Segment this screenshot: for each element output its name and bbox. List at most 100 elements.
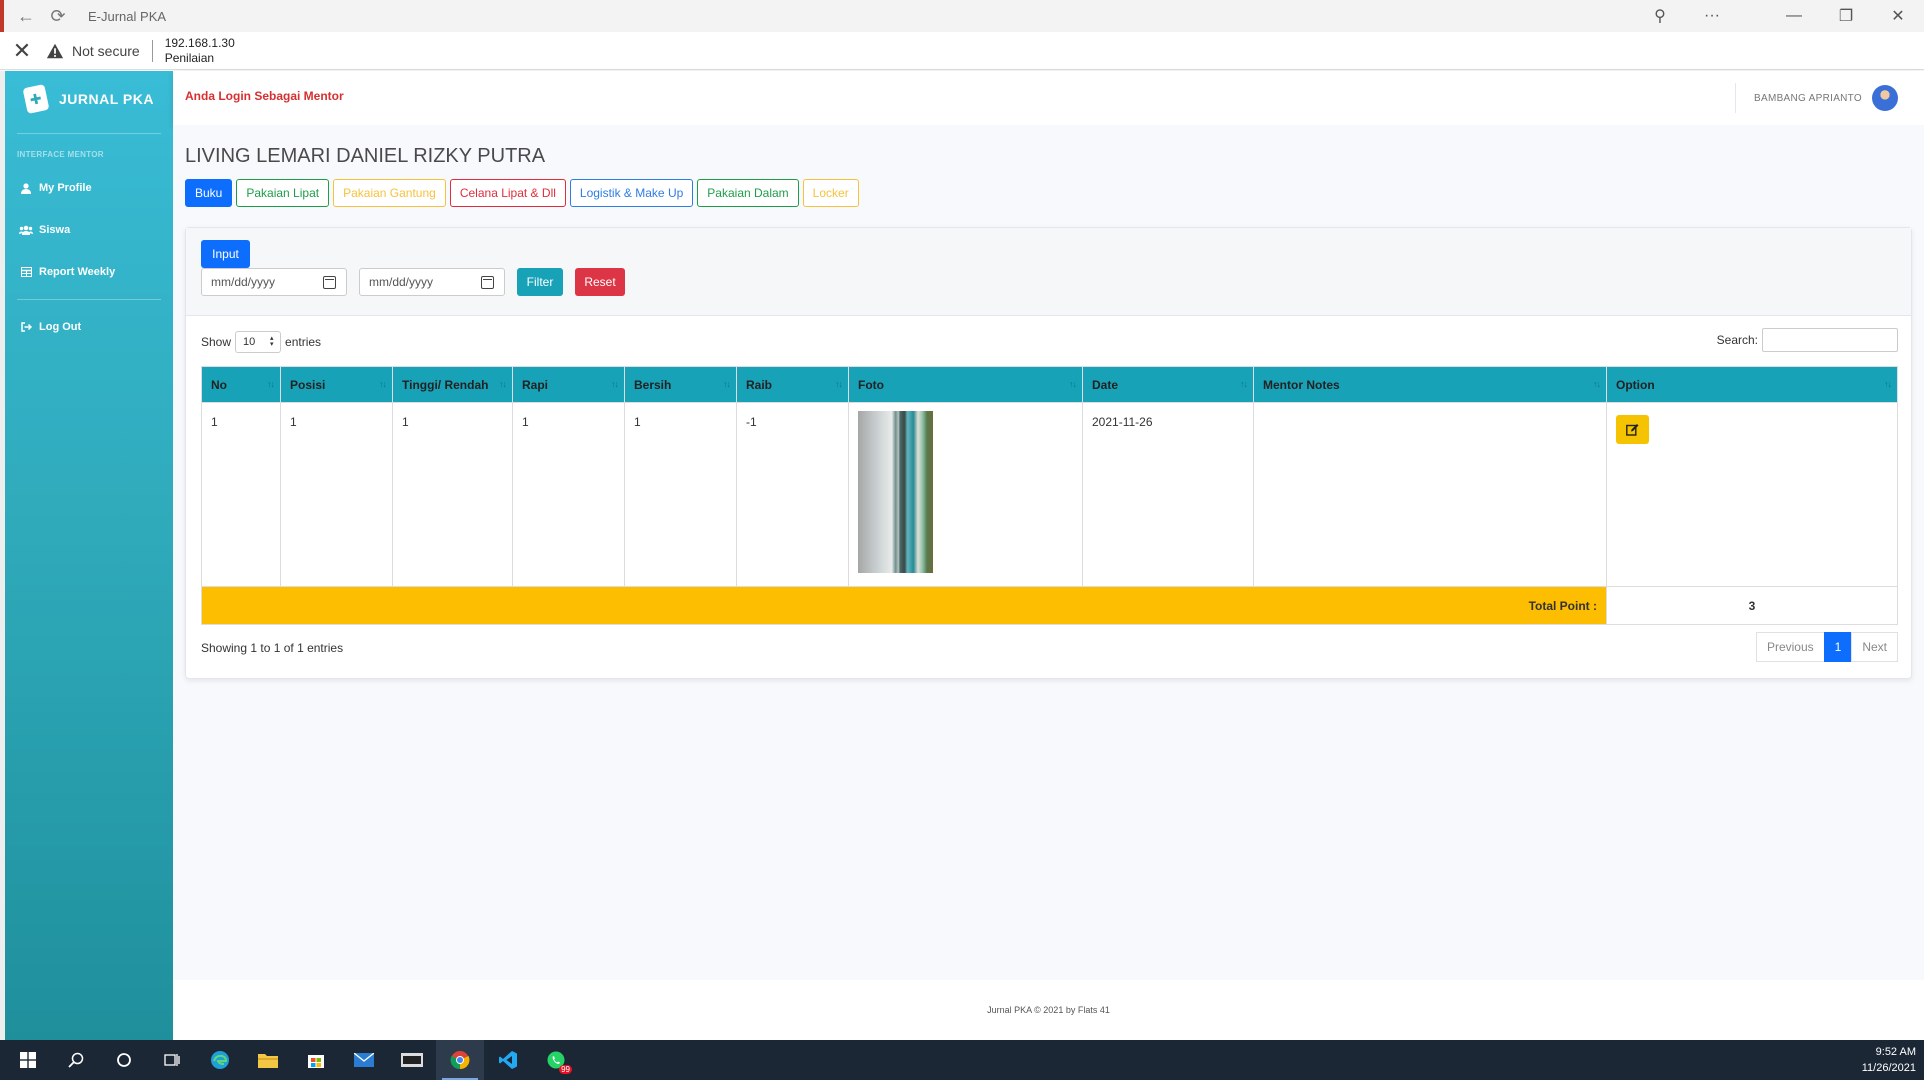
cell-date: 2021-11-26 bbox=[1082, 402, 1254, 587]
column-header-raib[interactable]: Raib ↑↓ bbox=[736, 366, 849, 403]
close-window-icon[interactable]: ✕ bbox=[1872, 0, 1924, 32]
mail-icon[interactable] bbox=[340, 1040, 388, 1080]
sidebar-item-label: My Profile bbox=[39, 182, 92, 194]
sidebar: ✚ JURNAL PKA INTERFACE MENTOR My Profile… bbox=[5, 71, 173, 1040]
sort-icon: ↑↓ bbox=[379, 379, 387, 389]
sidebar-item-logout[interactable]: Log Out bbox=[5, 306, 173, 348]
column-header-date[interactable]: Date ↑↓ bbox=[1082, 366, 1254, 403]
column-header-mentor-notes[interactable]: Mentor Notes ↑↓ bbox=[1253, 366, 1607, 403]
url-field[interactable]: 192.168.1.30 Penilaian bbox=[165, 36, 235, 66]
brand-name: JURNAL PKA bbox=[59, 91, 154, 107]
zoom-icon[interactable]: ⚲ bbox=[1634, 0, 1686, 32]
next-page-button[interactable]: Next bbox=[1851, 632, 1898, 662]
sort-icon: ↑↓ bbox=[499, 379, 507, 389]
sort-icon: ↑↓ bbox=[1069, 379, 1077, 389]
user-name[interactable]: BAMBANG APRIANTO bbox=[1754, 93, 1862, 104]
sidebar-item-my-profile[interactable]: My Profile bbox=[5, 167, 173, 209]
column-header-tinggi-rendah[interactable]: Tinggi/ Rendah ↑↓ bbox=[392, 366, 513, 403]
foto-thumbnail[interactable] bbox=[858, 411, 933, 573]
column-label: Option bbox=[1616, 377, 1655, 392]
user-icon bbox=[19, 182, 33, 194]
penilaian-table: No ↑↓ Posisi ↑↓ Tinggi/ Rendah ↑↓ Rapi ↑↓ Be… bbox=[201, 366, 1898, 625]
minimize-icon[interactable]: — bbox=[1768, 0, 1820, 32]
column-label: Mentor Notes bbox=[1263, 377, 1340, 392]
tab-buku[interactable]: Buku bbox=[185, 179, 233, 207]
column-header-option[interactable]: Option ↑↓ bbox=[1606, 366, 1898, 403]
refresh-icon[interactable]: ⟳ bbox=[42, 0, 74, 32]
store-icon[interactable] bbox=[292, 1040, 340, 1080]
file-explorer-icon[interactable] bbox=[244, 1040, 292, 1080]
cell-mentor-notes bbox=[1253, 402, 1607, 587]
table-controls: Show 10 entries Search: bbox=[201, 328, 1898, 353]
sort-icon: ↑↓ bbox=[267, 379, 275, 389]
tab-celana-lipat[interactable]: Celana Lipat & Dll bbox=[449, 179, 566, 207]
sidebar-item-report-weekly[interactable]: Report Weekly bbox=[5, 251, 173, 293]
sort-icon: ↑↓ bbox=[835, 379, 843, 389]
clock-time: 9:52 AM bbox=[1875, 1046, 1916, 1058]
cell-tinggi-rendah: 1 bbox=[392, 402, 513, 587]
avatar[interactable] bbox=[1872, 85, 1898, 111]
cell-no: 1 bbox=[201, 402, 281, 587]
login-role-note: Anda Login Sebagai Mentor bbox=[185, 89, 344, 103]
edit-button[interactable] bbox=[1616, 415, 1649, 444]
date-to-field[interactable]: mm/dd/yyyy bbox=[359, 268, 505, 296]
security-label[interactable]: Not secure bbox=[72, 43, 140, 59]
url-host: 192.168.1.30 bbox=[164, 35, 235, 50]
browser-titlebar: ← ⟳ E-Jurnal PKA ⚲ ··· — ❐ ✕ bbox=[0, 0, 1924, 32]
page-1-button[interactable]: 1 bbox=[1823, 632, 1853, 662]
category-tabs: Buku Pakaian Lipat Pakaian Gantung Celan… bbox=[185, 179, 859, 207]
app-pka-icon[interactable] bbox=[388, 1040, 436, 1080]
calendar-icon[interactable] bbox=[481, 276, 494, 289]
total-value: 3 bbox=[1606, 586, 1898, 625]
tab-pakaian-gantung[interactable]: Pakaian Gantung bbox=[333, 179, 446, 207]
tab-logistik-make-up[interactable]: Logistik & Make Up bbox=[569, 179, 694, 207]
column-header-posisi[interactable]: Posisi ↑↓ bbox=[280, 366, 393, 403]
windows-start-icon[interactable] bbox=[4, 1040, 52, 1080]
whatsapp-icon[interactable]: 99 bbox=[532, 1040, 580, 1080]
date-from-field[interactable]: mm/dd/yyyy bbox=[201, 268, 347, 296]
sidebar-item-label: Report Weekly bbox=[39, 266, 116, 278]
back-icon[interactable]: ← bbox=[10, 0, 42, 32]
search-icon[interactable] bbox=[52, 1040, 100, 1080]
tab-pakaian-dalam[interactable]: Pakaian Dalam bbox=[697, 179, 799, 207]
total-label: Total Point : bbox=[201, 586, 1607, 625]
sort-icon: ↑↓ bbox=[723, 379, 731, 389]
column-label: Date bbox=[1092, 377, 1119, 392]
cortana-icon[interactable] bbox=[100, 1040, 148, 1080]
system-clock[interactable]: 9:52 AM 11/26/2021 bbox=[1862, 1044, 1916, 1076]
vscode-icon[interactable] bbox=[484, 1040, 532, 1080]
chrome-icon[interactable] bbox=[436, 1040, 484, 1080]
edge-icon[interactable] bbox=[196, 1040, 244, 1080]
more-options-icon[interactable]: ··· bbox=[1686, 0, 1738, 32]
sort-icon: ↑↓ bbox=[1593, 379, 1601, 389]
warning-icon[interactable] bbox=[46, 42, 64, 60]
calendar-icon[interactable] bbox=[323, 276, 336, 289]
user-menu[interactable]: BAMBANG APRIANTO bbox=[1735, 71, 1924, 125]
tab-pakaian-lipat[interactable]: Pakaian Lipat bbox=[236, 179, 330, 207]
column-header-rapi[interactable]: Rapi ↑↓ bbox=[512, 366, 625, 403]
reset-button[interactable]: Reset bbox=[575, 268, 625, 296]
column-label: Rapi bbox=[522, 377, 549, 392]
table-info: Showing 1 to 1 of 1 entries bbox=[201, 641, 344, 655]
cell-option bbox=[1606, 402, 1898, 587]
page-length-control: Show 10 entries bbox=[201, 331, 321, 353]
column-header-foto[interactable]: Foto ↑↓ bbox=[848, 366, 1083, 403]
column-label: Bersih bbox=[634, 377, 672, 392]
sidebar-heading: INTERFACE MENTOR bbox=[17, 150, 104, 159]
previous-page-button[interactable]: Previous bbox=[1755, 632, 1825, 662]
sidebar-item-siswa[interactable]: Siswa bbox=[5, 209, 173, 251]
column-header-bersih[interactable]: Bersih ↑↓ bbox=[624, 366, 737, 403]
filter-button[interactable]: Filter bbox=[517, 268, 563, 296]
tab-locker[interactable]: Locker bbox=[802, 179, 859, 207]
brand[interactable]: ✚ JURNAL PKA bbox=[5, 71, 173, 127]
column-header-no[interactable]: No ↑↓ bbox=[201, 366, 281, 403]
search-input[interactable] bbox=[1762, 328, 1898, 352]
input-button[interactable]: Input bbox=[201, 240, 250, 268]
task-view-icon[interactable] bbox=[148, 1040, 196, 1080]
close-icon[interactable]: ✕ bbox=[0, 32, 44, 70]
copyright-text: Jurnal PKA © 2021 by Flats 41 bbox=[987, 1005, 1110, 1015]
page-length-select[interactable]: 10 bbox=[235, 331, 282, 353]
tab-title: E-Jurnal PKA bbox=[88, 8, 167, 24]
restore-icon[interactable]: ❐ bbox=[1820, 0, 1872, 32]
cell-foto bbox=[848, 402, 1083, 587]
